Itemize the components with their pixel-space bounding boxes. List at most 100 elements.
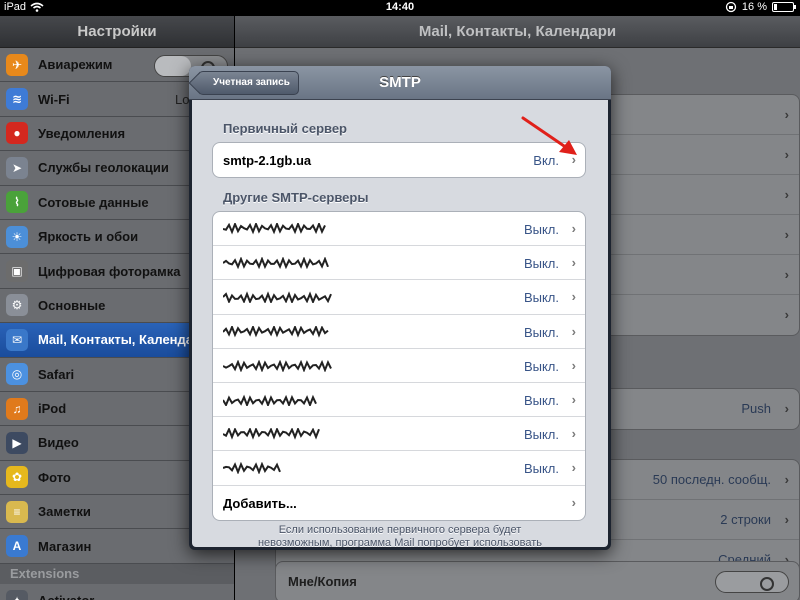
store-icon: A — [6, 535, 28, 558]
chevron-right-icon: › — [571, 460, 576, 476]
primary-server-header: Первичный сервер — [223, 121, 347, 136]
red-arrow-annotation-icon — [521, 116, 577, 155]
safari-icon: ◎ — [6, 363, 28, 386]
notifications-icon: ● — [6, 122, 28, 145]
chevron-right-icon: › — [571, 255, 576, 271]
chevron-right-icon: › — [571, 289, 576, 305]
smtp-server-status: Выкл. — [523, 222, 559, 237]
redacted-server-name — [223, 428, 320, 440]
chevron-right-icon: › — [784, 401, 789, 416]
redacted-server-name — [223, 257, 329, 270]
brightness-icon: ☀ — [6, 225, 28, 248]
smtp-server-status: Выкл. — [523, 427, 559, 443]
sidebar-item-label: Safari — [38, 366, 75, 382]
other-servers-header: Другие SMTP-серверы — [223, 190, 369, 205]
chevron-right-icon: › — [571, 426, 576, 442]
chevron-right-icon: › — [571, 323, 576, 339]
clock: 14:40 — [385, 1, 415, 13]
redacted-server-name — [223, 394, 317, 406]
copy-group: Мне/Копия — [275, 561, 800, 600]
detail-title: Mail, Контакты, Календари — [235, 16, 800, 48]
gear-icon: ⚙ — [6, 294, 28, 317]
fetch-value: Push — [741, 401, 771, 416]
mail-icon: ✉ — [6, 328, 28, 351]
chevron-right-icon: › — [571, 391, 576, 407]
copy-me-toggle[interactable] — [715, 571, 789, 593]
sidebar-item-label: Магазин — [38, 538, 92, 554]
sidebar-item-label: Службы геолокации — [38, 160, 169, 176]
photos-icon: ✿ — [6, 466, 28, 489]
chevron-right-icon: › — [571, 494, 576, 510]
popover-navbar: Учетная запись SMTP — [189, 66, 611, 100]
primary-server-name: smtp-2.1gb.ua — [223, 153, 312, 168]
smtp-server-status: Выкл. — [523, 256, 559, 272]
status-bar: iPad 14:40 16 % — [0, 0, 800, 16]
smtp-server-row[interactable]: Выкл. › — [213, 383, 585, 418]
cellular-icon: ⌇ — [6, 191, 28, 214]
copy-me-row: Мне/Копия — [276, 562, 799, 600]
chevron-right-icon: › — [784, 147, 789, 162]
sidebar-item-label: Цифровая фоторамка — [38, 263, 181, 279]
sidebar-title: Настройки — [0, 16, 234, 48]
sidebar-item-label: Яркость и обои — [38, 229, 139, 245]
status-right: 16 % — [725, 1, 796, 13]
footer-line-2: невозможным, программа Mail попробует ис… — [257, 537, 543, 547]
battery-fill — [774, 4, 777, 10]
add-server-row[interactable]: Добавить... › — [213, 486, 585, 520]
sidebar-item-label: Фото — [38, 469, 71, 485]
sidebar-item-label: iPod — [38, 401, 67, 417]
activator-icon: ✦ — [6, 589, 28, 600]
smtp-server-row[interactable]: Выкл. › — [213, 349, 585, 383]
footer-note: Если использование первичного сервера бу… — [222, 524, 578, 547]
smtp-server-row[interactable]: Выкл. › — [213, 417, 585, 452]
chevron-right-icon: › — [784, 187, 789, 202]
extensions-section-header: Extensions — [0, 563, 234, 584]
popover-title: SMTP — [379, 74, 421, 91]
redacted-server-name — [223, 223, 326, 235]
chevron-right-icon: › — [784, 227, 789, 242]
chevron-right-icon: › — [784, 512, 789, 527]
redacted-server-name — [223, 291, 332, 304]
smtp-server-row[interactable]: Выкл. › — [213, 451, 585, 486]
smtp-server-status: Выкл. — [523, 324, 559, 340]
copy-me-label: Мне/Копия — [288, 574, 357, 589]
sidebar-item-label: Mail, Контакты, Календари — [38, 332, 209, 348]
sidebar-item-label: Видео — [38, 435, 79, 451]
sidebar-item-label: Activator — [38, 593, 94, 600]
ipod-icon: ♫ — [6, 397, 28, 420]
preview-value: 2 строки — [720, 512, 771, 527]
wifi-icon: ≋ — [6, 88, 28, 111]
add-server-label: Добавить... — [223, 495, 297, 511]
smtp-server-status: Выкл. — [523, 392, 559, 408]
popover-body: Первичный сервер smtp-2.1gb.ua Вкл. › Др… — [192, 100, 608, 547]
redacted-server-name — [223, 359, 332, 372]
smtp-server-row[interactable]: Выкл. › — [213, 280, 585, 315]
sidebar-item-label: Авиарежим — [38, 57, 113, 73]
chevron-right-icon: › — [784, 307, 789, 322]
lock-rotation-icon — [725, 1, 737, 13]
sidebar-item-label: Сотовые данные — [38, 194, 149, 210]
sidebar-item-label: Уведомления — [38, 125, 126, 141]
video-icon: ▶ — [6, 431, 28, 454]
smtp-server-status: Выкл. — [523, 290, 559, 306]
smtp-server-status: Выкл. — [523, 461, 559, 477]
smtp-server-row[interactable]: Выкл. › — [213, 246, 585, 281]
redacted-server-name — [223, 325, 329, 338]
chevron-right-icon: › — [784, 107, 789, 122]
location-icon: ➤ — [6, 156, 28, 179]
smtp-server-row[interactable]: Выкл. › — [213, 212, 585, 247]
sidebar-item-label: Заметки — [38, 504, 91, 520]
chevron-right-icon: › — [571, 357, 576, 373]
smtp-server-row[interactable]: Выкл. › — [213, 315, 585, 349]
battery-percent: 16 % — [741, 1, 767, 13]
sidebar-item-value: Lo — [175, 91, 190, 107]
photo-frame-icon: ▣ — [6, 260, 28, 283]
battery-icon — [772, 2, 796, 12]
sidebar-item[interactable]: ✦ Activator — [0, 583, 234, 600]
chevron-right-icon: › — [784, 472, 789, 487]
airplane-icon: ✈ — [6, 53, 28, 76]
show-value: 50 последн. сообщ. — [652, 472, 771, 487]
chevron-right-icon: › — [784, 267, 789, 282]
chevron-right-icon: › — [571, 221, 576, 236]
other-servers-group: Выкл. › Выкл. › Выкл. › Выкл. › Выкл. › Выкл. › Выкл… — [212, 211, 586, 521]
